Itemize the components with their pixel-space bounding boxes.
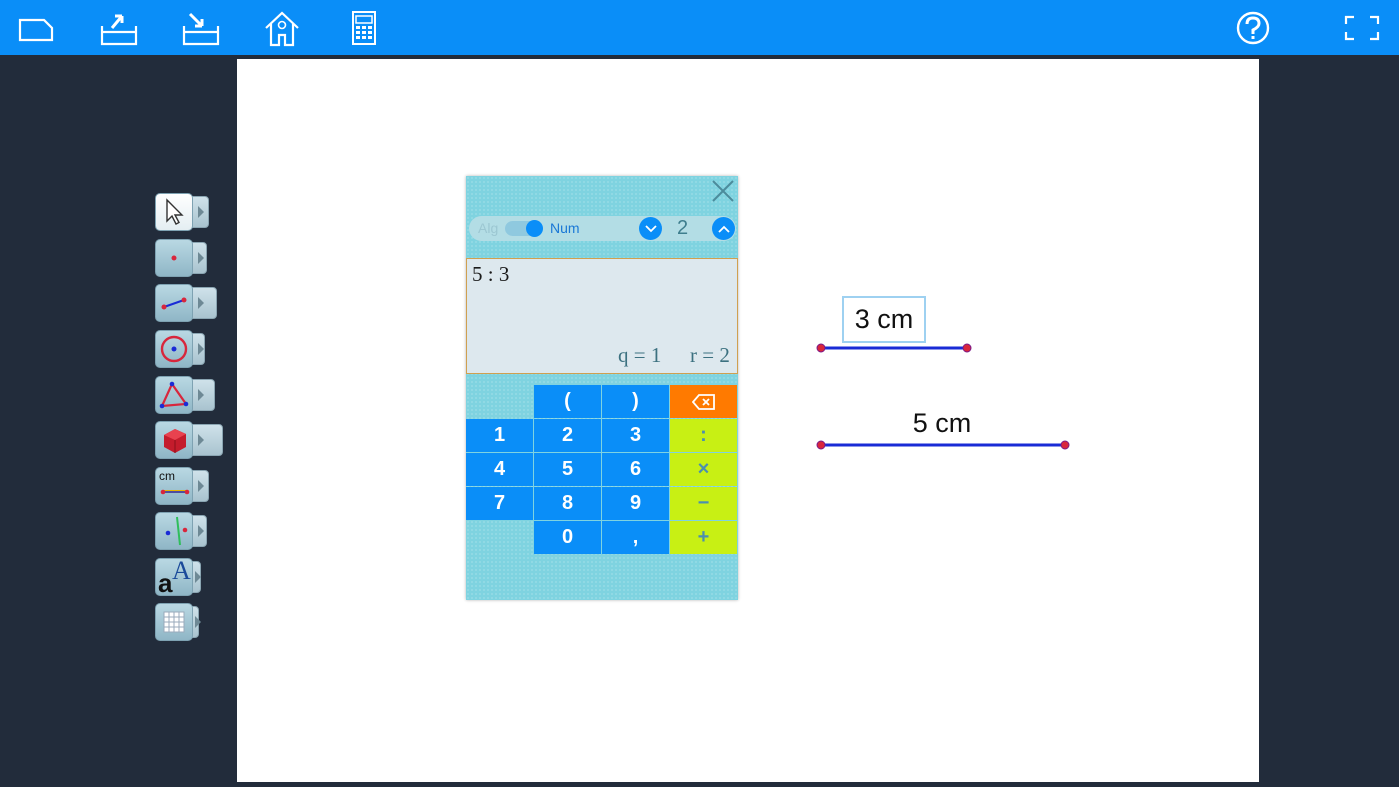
precision-increase-button[interactable] <box>712 217 735 240</box>
circle-icon <box>155 330 193 368</box>
key-2[interactable]: 2 <box>534 419 601 452</box>
calculator-window: Alg Num 2 5 : 3 q = 1 r = 2 ( ) 1 2 3 : … <box>466 176 738 600</box>
text-icon-upper: A <box>172 556 191 585</box>
perpendicular-line-icon <box>155 512 193 550</box>
measure-tool[interactable]: cm <box>155 467 209 505</box>
backspace-icon <box>691 393 715 410</box>
text-icon: A a <box>155 556 193 598</box>
polygon-tool[interactable] <box>155 376 215 414</box>
point-icon <box>155 239 193 277</box>
key-8[interactable]: 8 <box>534 487 601 520</box>
expression-text: 5 : 3 <box>472 262 510 286</box>
close-icon[interactable] <box>710 178 736 204</box>
measure-unit-label: cm <box>159 469 175 483</box>
line-tool[interactable] <box>155 512 207 550</box>
select-tool[interactable] <box>155 193 209 231</box>
key-multiply[interactable]: × <box>670 453 737 486</box>
key-3[interactable]: 3 <box>602 419 669 452</box>
segment-tool[interactable] <box>155 284 217 322</box>
segment-2-length-label: 5 cm <box>912 407 972 438</box>
solid-tool[interactable] <box>155 421 223 459</box>
alg-num-toggle[interactable] <box>505 220 543 237</box>
ruler-icon: cm <box>155 467 193 505</box>
key-5[interactable]: 5 <box>534 453 601 486</box>
key-1[interactable]: 1 <box>466 419 533 452</box>
precision-value: 2 <box>677 217 689 239</box>
precision-decrease-button[interactable] <box>639 217 662 240</box>
key-plus[interactable]: + <box>670 521 737 554</box>
export-icon[interactable] <box>96 6 140 50</box>
key-7[interactable]: 7 <box>466 487 533 520</box>
grid-icon <box>155 603 193 641</box>
segment-icon <box>155 284 193 322</box>
chevron-down-icon <box>644 224 657 232</box>
cube-icon <box>155 421 193 459</box>
cursor-arrow-icon <box>155 193 193 231</box>
segment-1-length-label[interactable]: 3 cm <box>842 296 926 343</box>
key-close-paren[interactable]: ) <box>602 385 669 418</box>
quotient-text: q = 1 <box>618 343 662 367</box>
circle-tool[interactable] <box>155 330 205 368</box>
calculator-icon[interactable] <box>342 6 386 50</box>
chevron-up-icon <box>717 225 730 233</box>
key-open-paren[interactable]: ( <box>534 385 601 418</box>
key-minus[interactable]: − <box>670 487 737 520</box>
drawing-canvas[interactable] <box>237 59 1259 782</box>
remainder-text: r = 2 <box>690 343 730 367</box>
mode-bar: Alg Num 2 <box>469 216 736 241</box>
top-toolbar <box>0 0 1399 55</box>
import-icon[interactable] <box>178 6 222 50</box>
key-0[interactable]: 0 <box>534 521 601 554</box>
key-comma[interactable]: , <box>602 521 669 554</box>
help-icon[interactable] <box>1231 6 1275 50</box>
text-icon-lower: a <box>158 568 173 598</box>
text-tool[interactable]: A a <box>155 556 201 598</box>
key-4[interactable]: 4 <box>466 453 533 486</box>
mode-num-label: Num <box>550 220 580 236</box>
new-file-icon[interactable] <box>14 6 58 50</box>
home-icon[interactable] <box>260 6 304 50</box>
fullscreen-icon[interactable] <box>1340 6 1384 50</box>
point-tool[interactable] <box>155 239 207 277</box>
backspace-button[interactable] <box>670 385 737 418</box>
key-6[interactable]: 6 <box>602 453 669 486</box>
triangle-icon <box>155 376 193 414</box>
grid-tool[interactable] <box>155 603 201 641</box>
calculator-display[interactable]: 5 : 3 q = 1 r = 2 <box>466 258 738 374</box>
key-divide[interactable]: : <box>670 419 737 452</box>
mode-alg-label: Alg <box>478 220 499 236</box>
key-9[interactable]: 9 <box>602 487 669 520</box>
